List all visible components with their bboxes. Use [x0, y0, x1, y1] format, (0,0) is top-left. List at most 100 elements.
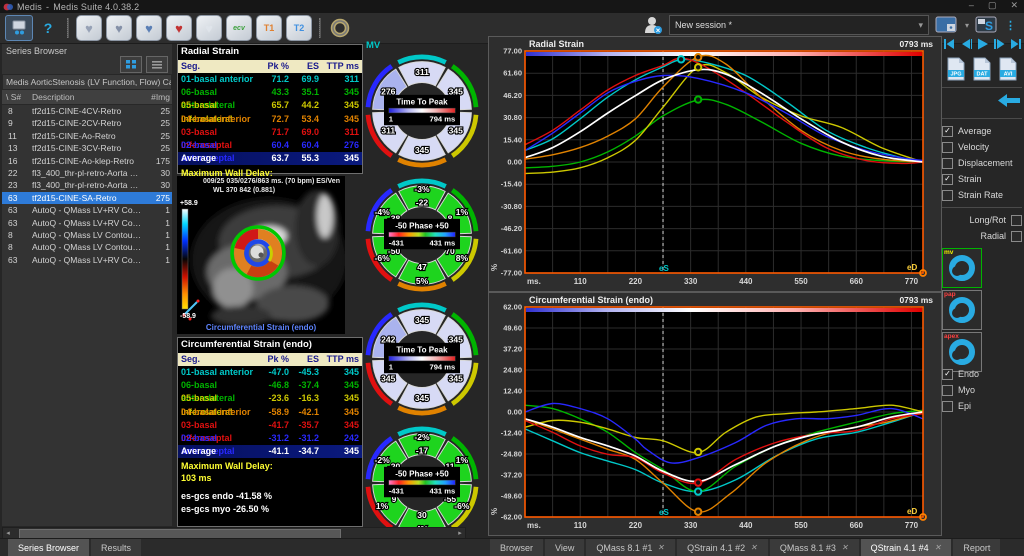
checkbox[interactable]: ✓: [942, 369, 953, 380]
patient-label[interactable]: Medis AorticStenosis (LV Function, Flow)…: [2, 74, 172, 90]
qstrain-ring-button[interactable]: [327, 16, 353, 40]
series-row[interactable]: 8AutoQ - QMass LV Contours LAX ...1: [2, 229, 172, 241]
app-t1-icon: T1: [264, 23, 275, 33]
scroll-right-arrow[interactable]: ▸: [455, 529, 465, 538]
checkbox-strain-rate[interactable]: Strain Rate: [942, 187, 1022, 203]
svg-text:550: 550: [794, 521, 808, 530]
checkbox[interactable]: [1011, 231, 1022, 242]
scrollbar-track[interactable]: [13, 529, 455, 537]
svg-text:-6%: -6%: [454, 501, 470, 511]
checkbox-strain[interactable]: ✓Strain: [942, 171, 1022, 187]
skip-last-button[interactable]: [1008, 38, 1022, 51]
app-tab-report[interactable]: Report: [953, 539, 1000, 556]
export-dat-button[interactable]: DAT: [972, 57, 992, 81]
more-options-button[interactable]: ⋮: [1005, 19, 1016, 32]
panel-tab-results[interactable]: Results: [91, 539, 141, 556]
bullseye-radial-phase: -3%-221%88%705%47-6%-50-4%-38-50 Phase +…: [365, 178, 479, 292]
level-thumb-pap[interactable]: pap: [942, 290, 982, 330]
series-column-header[interactable]: \ S# Description #Img: [2, 90, 172, 105]
svg-text:AVI: AVI: [1004, 72, 1013, 78]
checkbox-velocity[interactable]: Velocity: [942, 139, 1022, 155]
export-jpg-button[interactable]: JPG: [946, 57, 966, 81]
series-row[interactable]: 23fl3_400_thr-pl-retro-Aorta klep_P30: [2, 179, 172, 191]
checkbox[interactable]: [942, 190, 953, 201]
bottom-tab-bar: Series BrowserResults BrowserViewQMass 8…: [0, 538, 1024, 556]
checkbox[interactable]: ✓: [942, 126, 953, 137]
series-row[interactable]: 8AutoQ - QMass LV Contours LAX ...1: [2, 241, 172, 253]
skip-first-button[interactable]: [942, 38, 956, 51]
app-heart-1-button[interactable]: ♥: [76, 15, 102, 41]
series-row[interactable]: 22fl3_400_thr-pl-retro-Aorta klep30: [2, 167, 172, 179]
close-button[interactable]: ✕: [1010, 0, 1018, 11]
series-row[interactable]: 63AutoQ - QMass LV+RV Contours SAX1: [2, 254, 172, 266]
layout-button[interactable]: [935, 15, 959, 35]
close-tab-icon[interactable]: ✕: [750, 543, 759, 552]
bullseye-circ-ttp: 345345345345345242Time To Peak1794 ms: [365, 302, 479, 416]
app-t1-button[interactable]: T1: [256, 15, 282, 41]
series-row[interactable]: 11tf2d15-CINE-Ao-Retro25: [2, 130, 172, 142]
scroll-left-arrow[interactable]: ◂: [3, 529, 13, 538]
app-tab-qstrain-4-1-2[interactable]: QStrain 4.1 #2✕: [677, 539, 768, 556]
step-back-button[interactable]: [959, 38, 973, 51]
close-tab-icon[interactable]: ✕: [841, 543, 850, 552]
app-tab-qmass-8-1-1[interactable]: QMass 8.1 #1✕: [586, 539, 675, 556]
list-view-button[interactable]: [146, 56, 168, 73]
series-row[interactable]: 63AutoQ - QMass LV+RV Contours1: [2, 217, 172, 229]
level-thumb-mv[interactable]: mv: [942, 248, 982, 288]
svg-text:1%: 1%: [456, 207, 469, 217]
checkbox[interactable]: [942, 401, 953, 412]
right-sidebar: JPGDATAVI ✓AverageVelocityDisplacement✓S…: [942, 36, 1022, 536]
step-forward-button[interactable]: [992, 38, 1006, 51]
series-row[interactable]: 9tf2d15-CINE-2CV-Retro25: [2, 117, 172, 129]
app-heart-4-button[interactable]: ♥: [166, 15, 192, 41]
layout-s-button[interactable]: S: [975, 15, 999, 35]
series-row[interactable]: 63tf2d15-CINE-SA-Retro275: [2, 192, 172, 204]
play-button[interactable]: [975, 38, 989, 51]
close-tab-icon[interactable]: ✕: [934, 543, 943, 552]
app-heart-2-button[interactable]: ♥: [106, 15, 132, 41]
checkbox-epi[interactable]: Epi: [942, 398, 1022, 414]
series-browser-toggle-button[interactable]: [5, 15, 33, 41]
checkbox[interactable]: [942, 385, 953, 396]
series-row[interactable]: 16tf2d15-CINE-Ao-klep-Retro175: [2, 155, 172, 167]
checkbox-displacement[interactable]: Displacement: [942, 155, 1022, 171]
panel-tab-series-browser[interactable]: Series Browser: [8, 539, 89, 556]
app-t2-button[interactable]: T2: [286, 15, 312, 41]
app-tab-view[interactable]: View: [545, 539, 584, 556]
checkbox-average[interactable]: ✓Average: [942, 123, 1022, 139]
checkbox[interactable]: [942, 158, 953, 169]
cine-viewer[interactable]: 009/25 035/0276/863 ms. (70 bpm) ES/Ven …: [177, 176, 345, 334]
export-avi-button[interactable]: AVI: [998, 57, 1018, 81]
viewer-caption: Circumferential Strain (endo): [177, 323, 345, 332]
session-select[interactable]: New session * ▾: [669, 15, 929, 35]
session-label: New session *: [675, 20, 732, 30]
checkbox-myo[interactable]: Myo: [942, 382, 1022, 398]
series-row[interactable]: 13tf2d15-CINE-3CV-Retro25: [2, 142, 172, 154]
svg-text:JPG: JPG: [950, 72, 961, 78]
checkbox-radial[interactable]: Radial: [942, 228, 1022, 244]
svg-text:-37.20: -37.20: [501, 471, 522, 480]
maximize-button[interactable]: ▢: [988, 0, 997, 11]
app-tab-browser[interactable]: Browser: [490, 539, 543, 556]
app-ecv-button[interactable]: ecv: [226, 15, 252, 41]
checkbox[interactable]: [942, 142, 953, 153]
help-button[interactable]: ?: [35, 16, 61, 40]
checkbox[interactable]: [1011, 215, 1022, 226]
checkbox[interactable]: ✓: [942, 174, 953, 185]
user-icon[interactable]: ✕: [643, 15, 663, 35]
back-arrow-icon[interactable]: [998, 94, 1020, 107]
app-tab-qmass-8-1-3[interactable]: QMass 8.1 #3✕: [770, 539, 859, 556]
svg-text:46.20: 46.20: [503, 91, 522, 100]
checkbox-endo[interactable]: ✓Endo: [942, 366, 1022, 382]
panel-icon: [11, 20, 27, 36]
series-row[interactable]: 8tf2d15-CINE-4CV-Retro25: [2, 105, 172, 117]
app-tab-qstrain-4-1-4[interactable]: QStrain 4.1 #4✕: [861, 539, 952, 556]
app-heart-5-button[interactable]: ♥: [196, 15, 222, 41]
grid-view-button[interactable]: [120, 56, 142, 73]
series-row[interactable]: 63AutoQ - QMass LV+RV Contours1: [2, 204, 172, 216]
minimize-button[interactable]: –: [969, 0, 974, 11]
checkbox-long-rot[interactable]: Long/Rot: [942, 212, 1022, 228]
chevron-down-icon[interactable]: ▾: [965, 21, 969, 30]
close-tab-icon[interactable]: ✕: [657, 543, 666, 552]
app-heart-3-button[interactable]: ♥: [136, 15, 162, 41]
